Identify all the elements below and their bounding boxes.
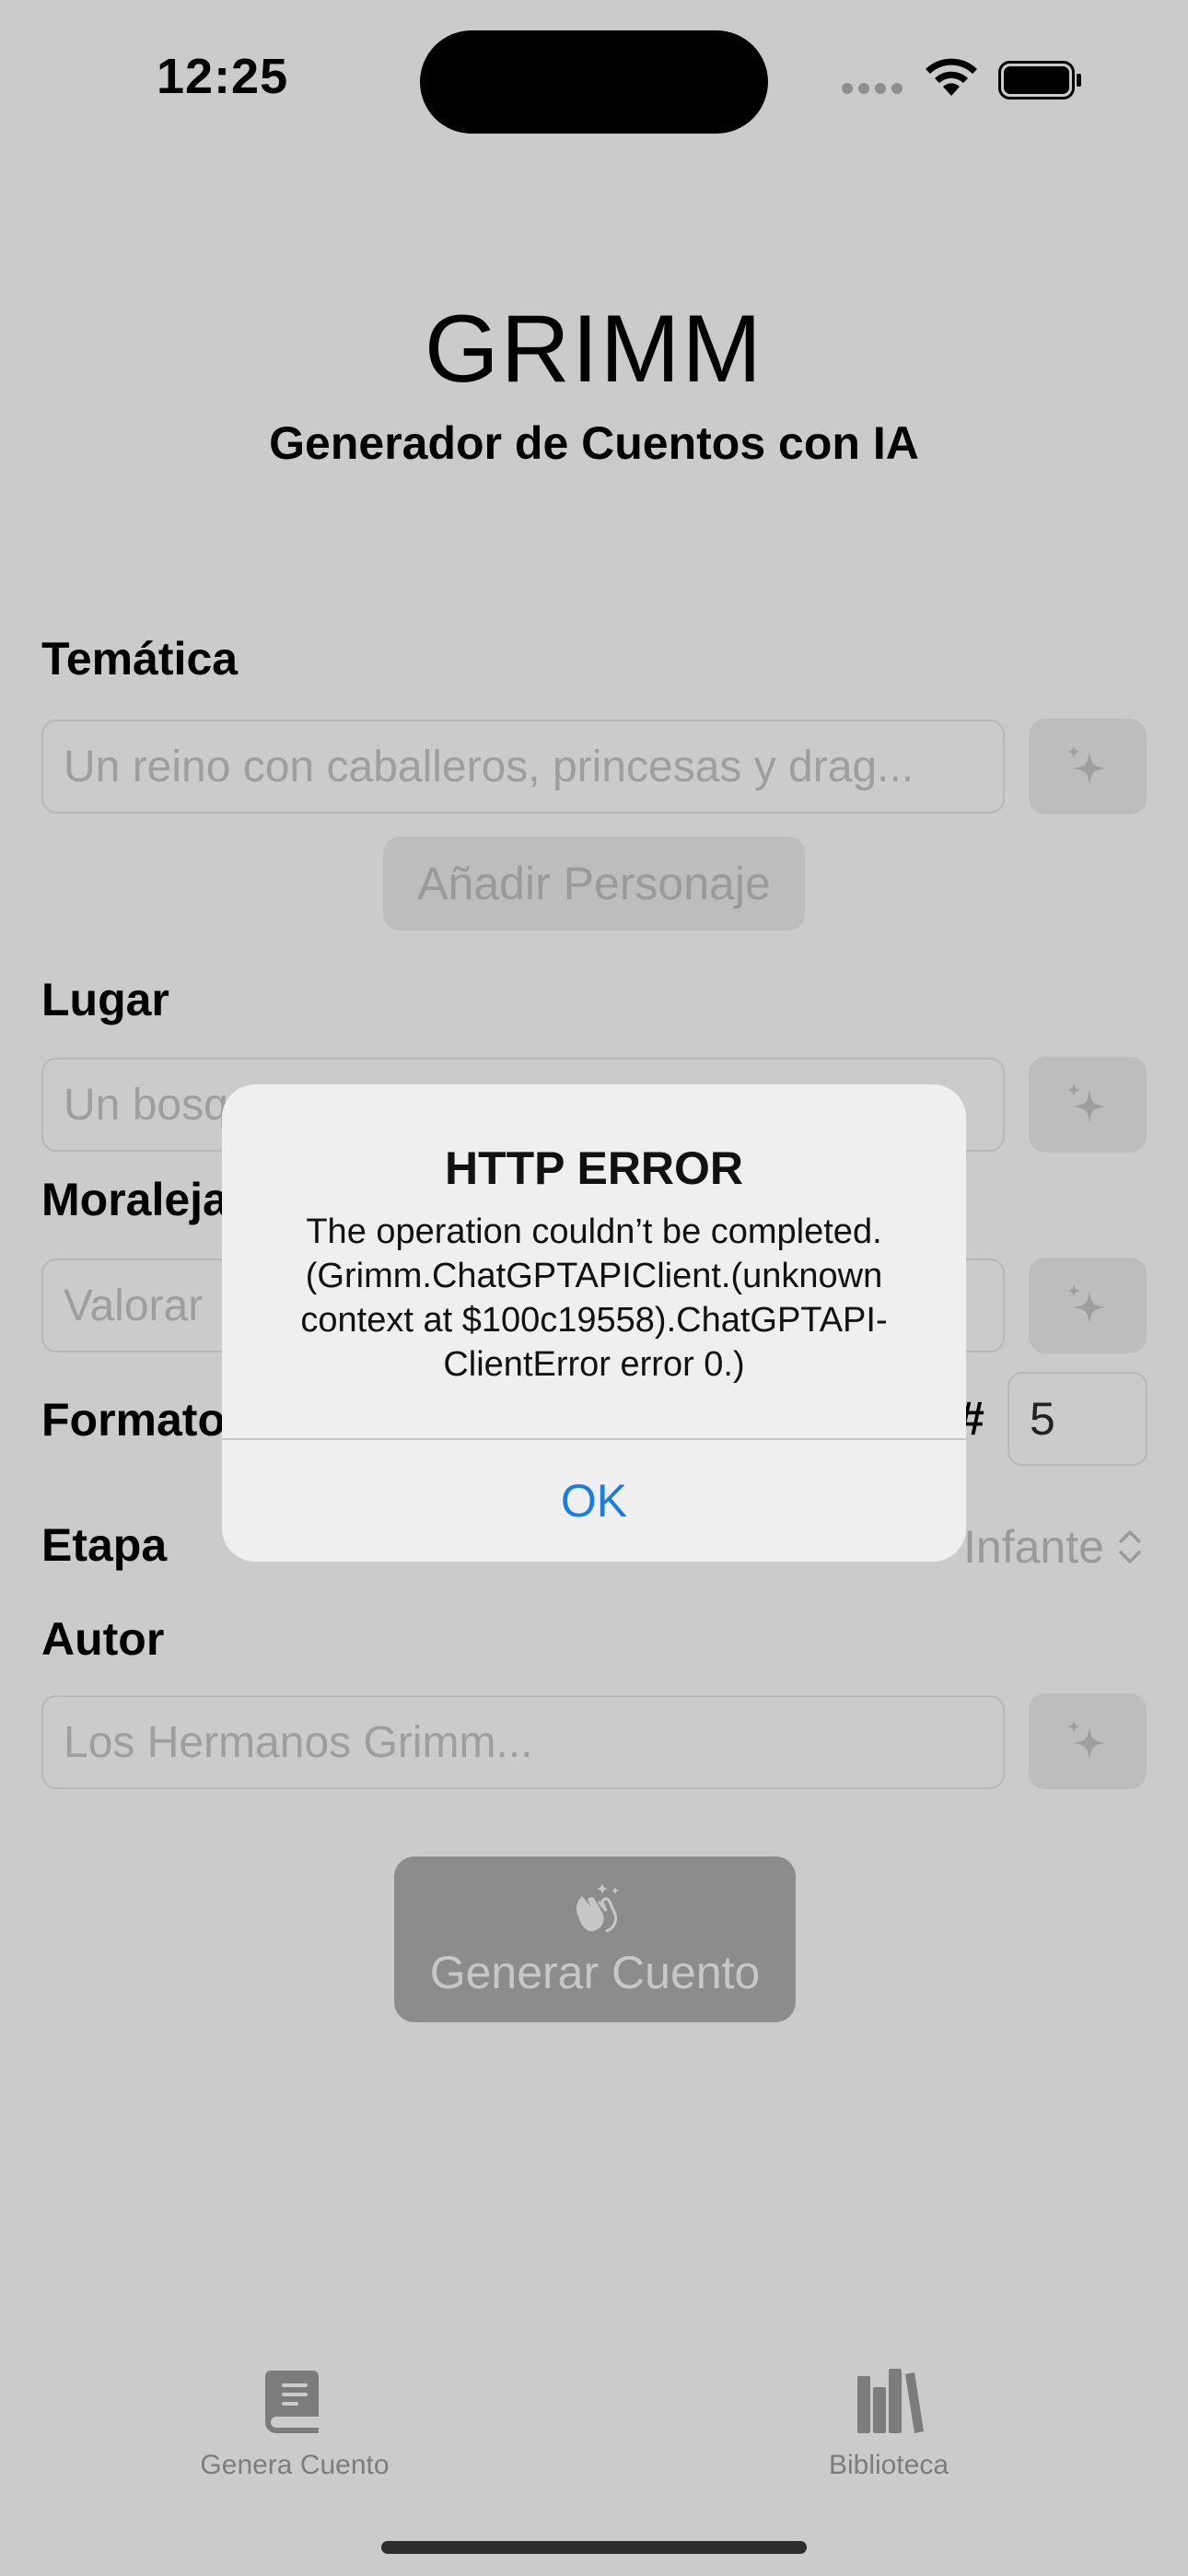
dynamic-island	[420, 30, 768, 134]
etapa-value: Infante	[963, 1521, 1104, 1573]
moraleja-placeholder: Valorar	[64, 1281, 204, 1330]
book-icon	[265, 2371, 319, 2433]
alert-message-line: The operation couldn’t be completed.	[306, 1212, 882, 1251]
tematica-label: Temática	[41, 633, 239, 685]
alert-message-line: (Grimm.ChatGPTAPIClient.(unknown	[305, 1257, 883, 1295]
lugar-label: Lugar	[41, 974, 169, 1025]
app-title: GRIMM	[424, 296, 764, 403]
autor-placeholder: Los Hermanos Grimm...	[64, 1717, 533, 1767]
chapter-count-input[interactable]: 5	[1007, 1372, 1147, 1466]
cellular-signal-icon	[842, 83, 904, 94]
autor-input[interactable]: Los Hermanos Grimm...	[41, 1695, 1005, 1789]
tab-biblioteca[interactable]: Biblioteca	[792, 2363, 985, 2481]
tematica-input[interactable]: Un reino con caballeros, princesas y dra…	[41, 720, 1005, 814]
tematica-placeholder: Un reino con caballeros, princesas y dra…	[64, 742, 914, 791]
sparkles-icon	[1067, 1284, 1106, 1324]
alert-message-line: context at $100c19558).ChatGPTAPI-	[300, 1301, 888, 1340]
generate-story-button[interactable]: Generar Cuento	[394, 1856, 796, 2022]
tab-genera-cuento-label: Genera Cuento	[200, 2450, 390, 2480]
etapa-picker[interactable]: Infante	[963, 1520, 1143, 1574]
add-character-button[interactable]: Añadir Personaje	[383, 837, 805, 931]
moraleja-suggest-button[interactable]	[1029, 1258, 1147, 1353]
autor-label: Autor	[41, 1613, 165, 1665]
error-alert-dialog: HTTP ERROR The operation couldn’t be com…	[222, 1084, 966, 1562]
alert-title: HTTP ERROR	[444, 1142, 744, 1194]
tematica-suggest-button[interactable]	[1029, 719, 1147, 814]
moraleja-label: Moraleja	[41, 1174, 228, 1225]
sparkles-icon	[1067, 745, 1106, 785]
hands-clap-sparkle-icon	[576, 1883, 619, 1933]
tab-genera-cuento[interactable]: Genera Cuento	[189, 2363, 401, 2481]
books-vertical-icon	[857, 2369, 924, 2433]
alert-message: The operation couldn’t be completed. (Gr…	[268, 1210, 920, 1387]
alert-message-line: ClientError error 0.)	[443, 1345, 745, 1384]
wifi-icon	[926, 58, 977, 96]
etapa-label: Etapa	[41, 1519, 168, 1571]
app-subtitle: Generador de Cuentos con IA	[269, 417, 919, 469]
home-indicator[interactable]	[381, 2541, 807, 2554]
sparkles-icon	[1067, 1083, 1106, 1123]
status-time: 12:25	[157, 49, 289, 104]
generate-story-label: Generar Cuento	[429, 1947, 761, 1998]
formato-label: Formato	[41, 1394, 226, 1446]
tab-biblioteca-label: Biblioteca	[828, 2450, 949, 2480]
battery-icon	[998, 61, 1081, 100]
autor-suggest-button[interactable]	[1029, 1693, 1147, 1789]
lugar-suggest-button[interactable]	[1029, 1057, 1147, 1153]
chevron-up-down-icon	[1119, 1530, 1141, 1563]
sparkles-icon	[1067, 1720, 1106, 1760]
alert-ok-button[interactable]: OK	[222, 1440, 966, 1562]
